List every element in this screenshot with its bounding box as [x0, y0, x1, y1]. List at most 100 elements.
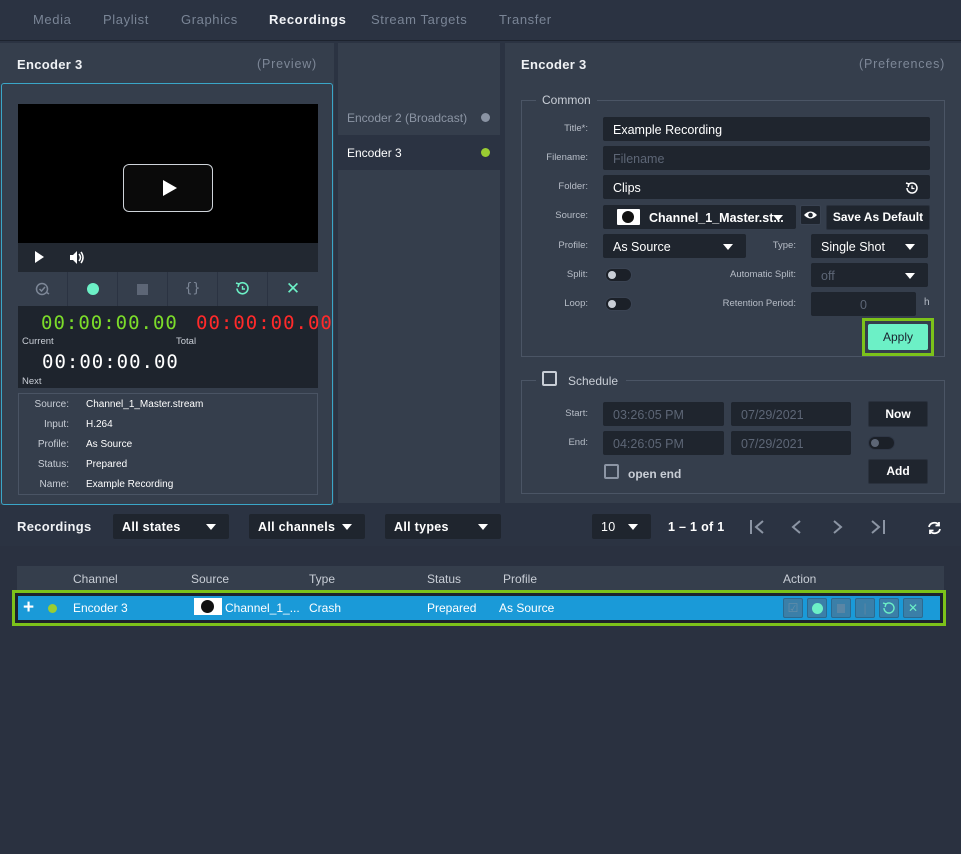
- current-timer: 00:00:00.00: [41, 312, 178, 334]
- top-navigation: Media Playlist Graphics Recordings Strea…: [0, 0, 961, 41]
- open-end-label: open end: [628, 467, 682, 481]
- encoder-item-2[interactable]: Encoder 2 (Broadcast): [338, 100, 500, 135]
- folder-label: Folder:: [558, 181, 588, 192]
- folder-input[interactable]: Clips: [603, 175, 930, 199]
- tab-stream-targets[interactable]: Stream Targets: [371, 12, 467, 27]
- split-button[interactable]: {}: [168, 272, 218, 306]
- refresh-icon[interactable]: [926, 520, 943, 536]
- loop-toggle[interactable]: [605, 297, 632, 311]
- start-label: Start:: [565, 408, 588, 419]
- end-label: End:: [568, 437, 588, 448]
- column-channel[interactable]: Channel: [73, 572, 118, 586]
- status-dot: [48, 604, 57, 613]
- next-label: Next: [22, 376, 42, 387]
- column-type[interactable]: Type: [309, 572, 335, 586]
- end-time-input[interactable]: 04:26:05 PM: [603, 431, 724, 455]
- eye-icon: [804, 211, 817, 219]
- cell-profile: As Source: [499, 601, 555, 615]
- record-button[interactable]: [68, 272, 118, 306]
- table-row[interactable]: + Encoder 3 Channel_1_... Crash Prepared…: [18, 596, 940, 620]
- title-input[interactable]: Example Recording: [603, 117, 930, 141]
- row-validate-button[interactable]: ☑: [783, 598, 803, 618]
- reset-button[interactable]: [218, 272, 268, 306]
- record-icon: [86, 283, 99, 295]
- row-stop-button[interactable]: [831, 598, 851, 618]
- automatic-split-label: Automatic Split:: [730, 269, 796, 280]
- add-button[interactable]: Add: [868, 459, 928, 484]
- info-row-input: Input: H.264: [43, 419, 113, 430]
- retention-period-label: Retention Period:: [722, 298, 796, 309]
- tab-media[interactable]: Media: [33, 12, 71, 27]
- tab-recordings[interactable]: Recordings: [269, 12, 347, 27]
- schedule-checkbox[interactable]: [542, 371, 557, 386]
- previous-page-icon[interactable]: [790, 519, 804, 535]
- chevron-down-icon: [905, 273, 915, 279]
- end-toggle[interactable]: [868, 436, 895, 450]
- pagination-range: 1 – 1 of 1: [668, 520, 725, 534]
- preview-title: Encoder 3: [17, 57, 83, 72]
- row-close-button[interactable]: ✕: [903, 598, 923, 618]
- apply-button[interactable]: Apply: [868, 324, 928, 350]
- filename-input[interactable]: Filename: [603, 146, 930, 170]
- chevron-down-icon: [206, 524, 216, 530]
- preview-source-button[interactable]: [800, 205, 821, 225]
- row-split-button[interactable]: |: [855, 598, 875, 618]
- stop-button[interactable]: [118, 272, 168, 306]
- restore-icon: [882, 602, 895, 614]
- open-end-checkbox[interactable]: [604, 464, 619, 479]
- row-record-button[interactable]: [807, 598, 827, 618]
- player-control-bar: [18, 243, 318, 272]
- close-button[interactable]: ✕: [268, 272, 318, 306]
- now-button[interactable]: Now: [868, 401, 928, 427]
- expand-icon[interactable]: +: [23, 596, 34, 620]
- common-legend: Common: [536, 93, 597, 107]
- last-page-icon[interactable]: [868, 519, 886, 535]
- stop-icon: [837, 604, 845, 613]
- play-icon[interactable]: [35, 251, 44, 263]
- split-toggle[interactable]: [605, 268, 632, 282]
- encoder-info: Source: Channel_1_Master.stream Input: H.2…: [18, 393, 318, 495]
- cell-type: Crash: [309, 601, 342, 615]
- status-dot: [481, 148, 490, 157]
- record-icon: [811, 603, 823, 614]
- tab-transfer[interactable]: Transfer: [499, 12, 552, 27]
- check-circle-icon: [35, 282, 49, 296]
- page-size-select[interactable]: 10: [592, 514, 651, 539]
- braces-icon: {}: [184, 281, 201, 296]
- restore-icon: [235, 281, 249, 295]
- start-date-input[interactable]: 07/29/2021: [731, 402, 851, 426]
- big-play-button[interactable]: [123, 164, 213, 212]
- start-time-input[interactable]: 03:26:05 PM: [603, 402, 724, 426]
- end-date-input[interactable]: 07/29/2021: [731, 431, 851, 455]
- validate-button[interactable]: [18, 272, 68, 306]
- timer-display: 00:00:00.00 Current 00:00:00.00 Total 00…: [18, 306, 332, 388]
- preview-subtitle: (Preview): [257, 57, 317, 71]
- loop-label: Loop:: [564, 298, 588, 309]
- source-thumbnail-icon: [617, 209, 640, 225]
- type-label: Type:: [772, 240, 796, 251]
- encoder-list: Encoder 2 (Broadcast) Encoder 3: [338, 43, 500, 503]
- save-as-default-button[interactable]: Save As Default: [826, 205, 930, 230]
- first-page-icon[interactable]: [749, 519, 767, 535]
- total-timer: 00:00:00.00: [196, 312, 333, 334]
- profile-label: Profile:: [558, 240, 588, 251]
- filename-label: Filename:: [546, 152, 588, 163]
- row-reset-button[interactable]: [879, 598, 899, 618]
- column-source[interactable]: Source: [191, 572, 229, 586]
- tab-graphics[interactable]: Graphics: [181, 12, 238, 27]
- column-status[interactable]: Status: [427, 572, 461, 586]
- next-page-icon[interactable]: [830, 519, 844, 535]
- next-timer: 00:00:00.00: [42, 351, 179, 373]
- cell-source: Channel_1_...: [225, 601, 300, 615]
- info-row-source: Source: Channel_1_Master.stream: [34, 399, 204, 410]
- retention-period-input[interactable]: 0: [811, 292, 916, 316]
- info-row-status: Status: Prepared: [37, 459, 128, 470]
- tab-playlist[interactable]: Playlist: [103, 12, 149, 27]
- restore-icon[interactable]: [905, 181, 919, 195]
- encoder-item-3[interactable]: Encoder 3: [338, 135, 500, 170]
- column-profile[interactable]: Profile: [503, 572, 537, 586]
- volume-icon[interactable]: [69, 250, 85, 265]
- total-label: Total: [176, 336, 197, 347]
- source-label: Source:: [555, 210, 588, 221]
- cell-status: Prepared: [427, 601, 477, 615]
